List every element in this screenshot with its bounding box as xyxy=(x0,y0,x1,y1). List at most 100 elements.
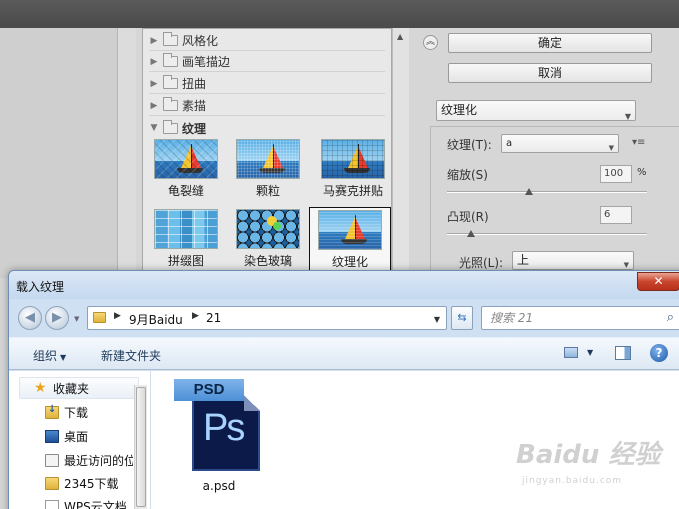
ok-button[interactable]: 确定 xyxy=(448,33,652,53)
watermark-main-text: Baidu 经验 xyxy=(516,440,661,470)
light-select[interactable]: 上 ▼ xyxy=(512,251,634,270)
filter-thumb-patchwork[interactable]: 拼缀图 xyxy=(153,209,219,269)
breadcrumb-21[interactable]: 21 xyxy=(206,311,221,325)
folder-icon xyxy=(45,476,59,490)
nav-item-label: 下载 xyxy=(64,405,89,420)
nav-item-label: 收藏夹 xyxy=(53,381,90,396)
breadcrumb-separator-icon[interactable]: ▶ xyxy=(192,311,199,321)
filter-category-texture[interactable]: ▼ 纹理 xyxy=(149,118,385,138)
texture-label: 纹理(T): xyxy=(447,138,492,152)
filter-category-distort[interactable]: ▶ 扭曲 xyxy=(149,74,385,94)
navigation-scrollbar[interactable] xyxy=(134,385,147,509)
page-fold-shape xyxy=(244,395,260,411)
preview-pane-icon[interactable] xyxy=(615,346,631,360)
filter-list-scrollbar[interactable]: ▲ xyxy=(392,28,409,278)
nav-item-favorites[interactable]: ★ 收藏夹 xyxy=(19,377,139,399)
folder-icon xyxy=(163,32,178,46)
breadcrumb-9yue-baidu[interactable]: 9月Baidu xyxy=(129,311,183,328)
thumbnail-image xyxy=(321,139,385,179)
folder-icon xyxy=(93,312,106,323)
help-icon[interactable]: ? xyxy=(650,344,668,362)
filter-select-value: 纹理化 xyxy=(441,103,478,117)
thumbnail-image xyxy=(318,210,382,250)
close-button[interactable]: ✕ xyxy=(637,272,679,291)
desktop-icon xyxy=(45,429,59,443)
filter-category-brush-strokes[interactable]: ▶ 画笔描边 xyxy=(149,52,385,72)
nav-item-label: WPS云文档 xyxy=(64,499,127,509)
organize-label: 组织 xyxy=(33,349,58,363)
search-icon[interactable]: ⌕ xyxy=(667,307,674,329)
relief-slider[interactable] xyxy=(447,233,647,235)
chevron-down-icon: ▼ xyxy=(60,353,67,362)
filter-thumb-mosaic-tiles[interactable]: 马赛克拼贴 xyxy=(317,139,389,199)
light-select-value: 上 xyxy=(517,253,530,267)
filter-category-stylize[interactable]: ▶ 风格化 xyxy=(149,31,385,51)
relief-label: 凸现(R) xyxy=(447,210,489,224)
filter-thumb-texturizer[interactable]: 纹理化 xyxy=(309,207,391,271)
filter-thumb-craquelure[interactable]: 龟裂缝 xyxy=(153,139,219,199)
address-dropdown-icon[interactable]: ▼ xyxy=(434,315,440,324)
filter-category-sketch[interactable]: ▶ 素描 xyxy=(149,96,385,116)
category-label: 素描 xyxy=(182,99,207,113)
thumbnail-image xyxy=(236,139,300,179)
texture-select[interactable]: a ▼ xyxy=(501,134,619,153)
cancel-button[interactable]: 取消 xyxy=(448,63,652,83)
search-placeholder: 搜索 21 xyxy=(490,311,534,325)
relief-input[interactable]: 6 xyxy=(600,206,632,224)
thumb-label: 拼缀图 xyxy=(167,254,204,268)
scaling-slider-handle[interactable] xyxy=(525,188,533,195)
scaling-slider[interactable] xyxy=(447,191,647,193)
thumbnail-image xyxy=(154,209,218,249)
filter-thumb-grain[interactable]: 颗粒 xyxy=(235,139,301,199)
folder-icon xyxy=(163,97,178,111)
file-item[interactable]: Ps PSD a.psd xyxy=(171,379,267,493)
watermark-sub-text: jingyan.baidu.com xyxy=(522,476,623,486)
expand-arrow-icon: ▶ xyxy=(150,78,158,89)
filter-list-panel: ▶ 风格化 ▶ 画笔描边 ▶ 扭曲 ▶ 素描 ▼ 纹理 龟裂缝 颗粒 马赛克拼贴… xyxy=(142,28,392,278)
dialog-titlebar[interactable]: 载入纹理 ✕ xyxy=(9,271,679,299)
folder-icon xyxy=(163,53,178,67)
category-label: 扭曲 xyxy=(182,77,207,91)
scroll-up-icon[interactable]: ▲ xyxy=(397,32,403,41)
breadcrumb-separator-icon[interactable]: ▶ xyxy=(114,311,121,321)
new-folder-button[interactable]: 新建文件夹 xyxy=(101,347,161,364)
filter-settings-panel: ︽ 确定 取消 纹理化 ▼ 纹理(T): a ▼ ▾≡ 缩放(S) 100 % … xyxy=(409,28,679,286)
psd-document-shape: Ps xyxy=(192,395,260,471)
forward-button[interactable]: ▶ xyxy=(45,306,69,330)
nav-item-recent-places[interactable]: 最近访问的位置 xyxy=(45,449,133,471)
relief-slider-handle[interactable] xyxy=(467,230,475,237)
navigation-pane: ★ 收藏夹 下载 桌面 最近访问的位置 2345下载 WPS云文档 xyxy=(9,371,151,509)
nav-item-label: 2345下载 xyxy=(64,476,119,491)
recent-pages-dropdown-icon[interactable]: ▼ xyxy=(74,315,79,323)
scaling-input[interactable]: 100 xyxy=(600,165,632,183)
preview-area xyxy=(0,28,118,278)
collapse-gallery-button[interactable]: ︽ xyxy=(423,35,438,50)
refresh-button[interactable]: ⇆ xyxy=(451,306,473,330)
star-icon: ★ xyxy=(34,379,47,396)
folder-icon xyxy=(163,119,178,134)
organize-button[interactable]: 组织 ▼ xyxy=(33,347,66,364)
chevron-down-icon: ▼ xyxy=(608,144,614,152)
change-view-icon[interactable] xyxy=(564,347,578,358)
back-button[interactable]: ◀ xyxy=(18,306,42,330)
thumb-label: 颗粒 xyxy=(255,184,280,198)
nav-item-label: 最近访问的位置 xyxy=(64,453,133,468)
psd-file-icon: Ps PSD xyxy=(174,379,264,473)
folder-icon xyxy=(163,75,178,89)
thumbnail-image xyxy=(236,209,300,249)
navigation-bar: ◀ ▶ ▼ ▶ 9月Baidu ▶ 21 ▼ ⇆ 搜索 21 ⌕ xyxy=(9,301,679,335)
document-icon xyxy=(45,499,59,509)
filter-select[interactable]: 纹理化 ▼ xyxy=(436,100,636,121)
address-bar[interactable]: ▶ 9月Baidu ▶ 21 ▼ xyxy=(87,306,447,330)
baidu-jingyan-watermark: Baidu 经验 jingyan.baidu.com xyxy=(516,434,666,494)
scrollbar-thumb[interactable] xyxy=(136,387,146,507)
scaling-unit: % xyxy=(637,167,647,178)
collapse-arrow-icon: ▼ xyxy=(150,123,158,133)
psd-logo-text: Ps xyxy=(203,407,245,449)
search-input[interactable]: 搜索 21 ⌕ xyxy=(481,306,679,330)
view-dropdown-icon[interactable]: ▼ xyxy=(587,348,593,357)
filter-thumb-stained-glass[interactable]: 染色玻璃 xyxy=(235,209,301,269)
preview-scrollbar[interactable]: ▲ xyxy=(118,28,245,278)
dialog-title: 载入纹理 xyxy=(16,280,65,294)
texture-menu-icon[interactable]: ▾≡ xyxy=(632,137,645,148)
